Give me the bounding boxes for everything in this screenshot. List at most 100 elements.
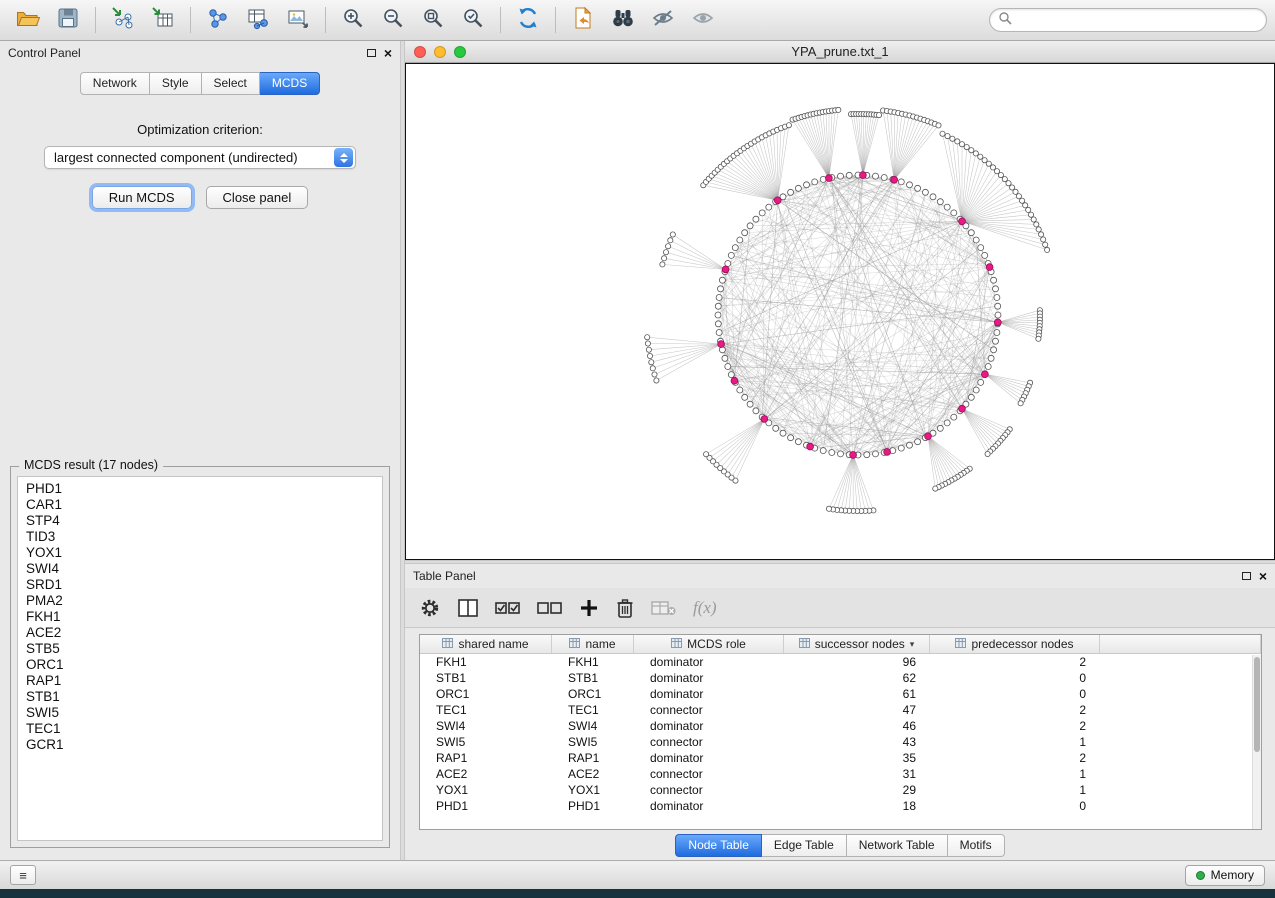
- table-row[interactable]: YOX1YOX1connector291: [420, 782, 1261, 798]
- mcds-result-item[interactable]: CAR1: [26, 497, 382, 513]
- network-view[interactable]: [405, 63, 1275, 560]
- tab-edge-table[interactable]: Edge Table: [762, 834, 847, 857]
- close-panel-button[interactable]: Close panel: [206, 186, 309, 209]
- zoom-out-icon: [381, 6, 405, 35]
- mcds-result-item[interactable]: GCR1: [26, 737, 382, 753]
- mcds-result-item[interactable]: PMA2: [26, 593, 382, 609]
- mcds-result-item[interactable]: SRD1: [26, 577, 382, 593]
- tab-style[interactable]: Style: [150, 72, 202, 95]
- column-header-predecessor-nodes[interactable]: predecessor nodes: [930, 635, 1100, 653]
- table-cell: ORC1: [552, 687, 634, 701]
- table-row[interactable]: TEC1TEC1connector472: [420, 702, 1261, 718]
- search-box[interactable]: [989, 8, 1267, 32]
- table-row[interactable]: STB1STB1dominator620: [420, 670, 1261, 686]
- mcds-result-list[interactable]: PHD1CAR1STP4TID3YOX1SWI4SRD1PMA2FKH1ACE2…: [17, 476, 383, 841]
- tab-motifs[interactable]: Motifs: [948, 834, 1005, 857]
- mcds-result-item[interactable]: STB1: [26, 689, 382, 705]
- network-window-titlebar[interactable]: YPA_prune.txt_1: [405, 41, 1275, 63]
- float-panel-icon[interactable]: [367, 49, 376, 57]
- close-panel-icon[interactable]: ×: [1259, 571, 1267, 581]
- network-window: YPA_prune.txt_1: [405, 41, 1275, 560]
- scrollbar-thumb[interactable]: [1254, 657, 1260, 752]
- function-builder-button-disabled: f(x): [693, 594, 717, 622]
- window-close-button[interactable]: [414, 46, 426, 58]
- import-table-button[interactable]: [143, 3, 183, 37]
- mcds-result-item[interactable]: TID3: [26, 529, 382, 545]
- run-mcds-button[interactable]: Run MCDS: [92, 186, 192, 209]
- zoom-fit-button[interactable]: [413, 3, 453, 37]
- table-settings-button[interactable]: [419, 594, 441, 622]
- mcds-result-item[interactable]: STP4: [26, 513, 382, 529]
- tab-network-table[interactable]: Network Table: [847, 834, 948, 857]
- column-header-filler: [1100, 635, 1261, 653]
- open-file-button[interactable]: [8, 3, 48, 37]
- tab-node-table[interactable]: Node Table: [675, 834, 762, 857]
- mcds-result-item[interactable]: RAP1: [26, 673, 382, 689]
- table-cell: connector: [634, 735, 784, 749]
- mcds-result-item[interactable]: SWI4: [26, 561, 382, 577]
- table-cell: RAP1: [420, 751, 552, 765]
- column-header-successor-nodes[interactable]: successor nodes▾: [784, 635, 930, 653]
- column-header-shared-name[interactable]: shared name: [420, 635, 552, 653]
- select-all-columns-button[interactable]: [495, 594, 521, 622]
- table-header-row: shared namenameMCDS rolesuccessor nodes▾…: [420, 635, 1261, 654]
- show-columns-button[interactable]: [457, 594, 479, 622]
- import-network-button[interactable]: [103, 3, 143, 37]
- mcds-result-item[interactable]: FKH1: [26, 609, 382, 625]
- tab-select[interactable]: Select: [202, 72, 260, 95]
- refresh-button[interactable]: [508, 3, 548, 37]
- zoom-selected-button[interactable]: [453, 3, 493, 37]
- table-row[interactable]: SWI4SWI4dominator462: [420, 718, 1261, 734]
- mcds-result-item[interactable]: ACE2: [26, 625, 382, 641]
- network-table-button[interactable]: [238, 3, 278, 37]
- mcds-result-item[interactable]: TEC1: [26, 721, 382, 737]
- find-button[interactable]: [603, 3, 643, 37]
- float-panel-icon[interactable]: [1242, 572, 1251, 580]
- create-column-button[interactable]: [579, 594, 599, 622]
- tab-network[interactable]: Network: [80, 72, 150, 95]
- table-row[interactable]: ACE2ACE2connector311: [420, 766, 1261, 782]
- column-header-mcds-role[interactable]: MCDS role: [634, 635, 784, 653]
- hide-selected-button[interactable]: [643, 3, 683, 37]
- deselect-all-columns-button[interactable]: [537, 594, 563, 622]
- table-cell: 2: [930, 751, 1100, 765]
- show-all-button[interactable]: [683, 3, 723, 37]
- close-panel-icon[interactable]: ×: [384, 48, 392, 58]
- table-row[interactable]: SWI5SWI5connector431: [420, 734, 1261, 750]
- table-cell: dominator: [634, 719, 784, 733]
- table-row[interactable]: PHD1PHD1dominator180: [420, 798, 1261, 814]
- table-scrollbar[interactable]: [1252, 655, 1261, 829]
- table-cell: connector: [634, 703, 784, 717]
- status-menu-button[interactable]: ≡: [10, 865, 36, 885]
- toolbar-separator: [325, 7, 326, 33]
- table-row[interactable]: ORC1ORC1dominator610: [420, 686, 1261, 702]
- window-minimize-button[interactable]: [434, 46, 446, 58]
- table-row[interactable]: FKH1FKH1dominator962: [420, 654, 1261, 670]
- table-cell: FKH1: [420, 655, 552, 669]
- export-image-button[interactable]: [278, 3, 318, 37]
- document-share-icon: [570, 5, 596, 36]
- save-button[interactable]: [48, 3, 88, 37]
- table-cell: 0: [930, 687, 1100, 701]
- tab-mcds[interactable]: MCDS: [260, 72, 320, 95]
- column-header-name[interactable]: name: [552, 635, 634, 653]
- mcds-result-item[interactable]: STB5: [26, 641, 382, 657]
- window-zoom-button[interactable]: [454, 46, 466, 58]
- new-network-button[interactable]: [198, 3, 238, 37]
- memory-button[interactable]: Memory: [1185, 865, 1265, 886]
- mcds-result-item[interactable]: YOX1: [26, 545, 382, 561]
- toolbar-separator: [95, 7, 96, 33]
- table-panel-tabs: Node TableEdge TableNetwork TableMotifs: [675, 834, 1004, 857]
- mcds-result-item[interactable]: PHD1: [26, 481, 382, 497]
- table-row[interactable]: RAP1RAP1dominator352: [420, 750, 1261, 766]
- zoom-in-button[interactable]: [333, 3, 373, 37]
- export-document-button[interactable]: [563, 3, 603, 37]
- mcds-result-item[interactable]: ORC1: [26, 657, 382, 673]
- search-input[interactable]: [1017, 13, 1258, 27]
- zoom-out-button[interactable]: [373, 3, 413, 37]
- network-window-title: YPA_prune.txt_1: [791, 44, 888, 59]
- mcds-result-item[interactable]: SWI5: [26, 705, 382, 721]
- table-cell: 43: [784, 735, 930, 749]
- delete-column-button[interactable]: [615, 594, 635, 622]
- optimization-criterion-select[interactable]: largest connected component (undirected): [44, 146, 356, 169]
